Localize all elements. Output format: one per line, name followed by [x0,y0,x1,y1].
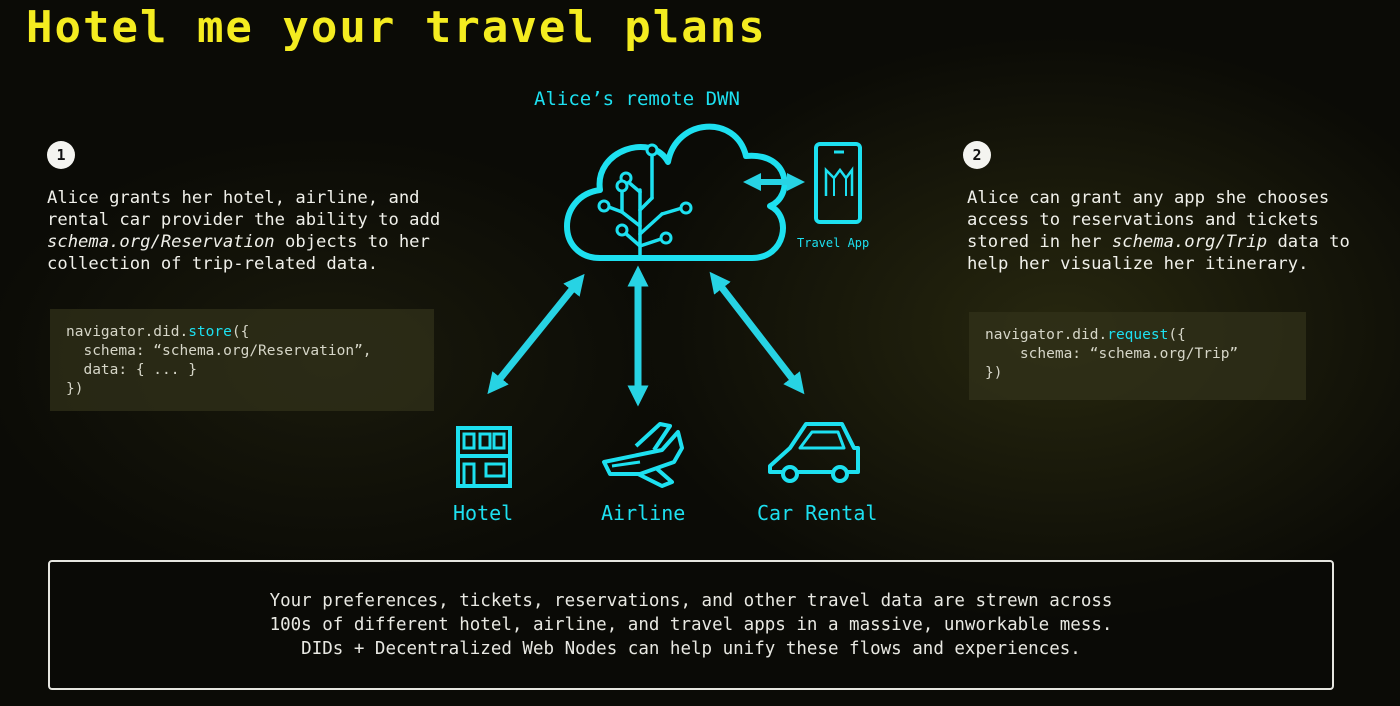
step-1-code-block: navigator.did.store({ schema: “schema.or… [50,309,434,411]
airplane-icon [602,422,684,488]
car-rental-label: Car Rental [757,501,878,525]
summary-box: Your preferences, tickets, reservations,… [48,560,1334,690]
hotel-icon [456,426,512,488]
code-line: }) [985,365,1003,381]
step-2-schema: schema.org/Trip [1111,232,1268,252]
step-1-description: Alice grants her hotel, airline, and ren… [47,187,477,275]
code-line: }) [66,381,84,397]
summary-line-3: DIDs + Decentralized Web Nodes can help … [301,639,1081,659]
step-2-description: Alice can grant any app she chooses acce… [967,187,1387,275]
hotel-label: Hotel [453,501,514,525]
step-2-badge: 2 [963,141,991,169]
summary-line-1: Your preferences, tickets, reservations,… [269,591,1113,611]
code-text: ({ [1168,327,1186,343]
code-text: navigator.did. [66,324,189,340]
summary-line-2: 100s of different hotel, airline, and tr… [269,615,1113,635]
code-method: store [188,324,232,340]
code-line: schema: “schema.org/Reservation”, [66,343,372,359]
step-1-badge: 1 [47,141,75,169]
step-1-text-before: Alice grants her hotel, airline, and ren… [47,188,441,230]
code-line: data: { ... } [66,362,197,378]
code-text: navigator.did. [985,327,1108,343]
travel-app-label: Travel App [797,236,870,250]
phone-icon [814,142,862,224]
arrows-cloud-endpoints [487,265,805,407]
step-2-code-block: navigator.did.request({ schema: “schema.… [969,312,1306,400]
code-text: ({ [231,324,250,340]
cloud-icon [564,123,788,261]
code-line: schema: “schema.org/Trip” [985,346,1239,362]
code-method: request [1107,327,1169,343]
car-icon [768,422,860,483]
step-1-schema: schema.org/Reservation [47,232,275,252]
airline-label: Airline [601,501,686,525]
